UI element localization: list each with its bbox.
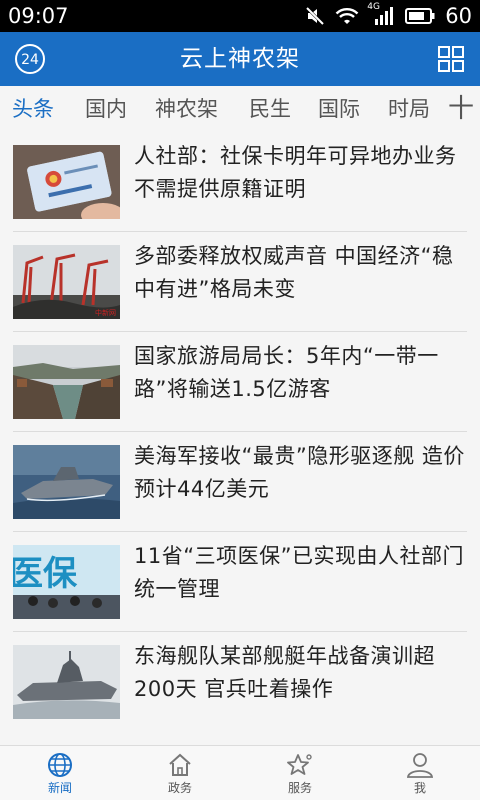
news-title: 东海舰队某部舰艇年战备演训超200天 官兵吐着操作 — [134, 644, 435, 701]
app-title: 云上神农架 — [180, 46, 300, 72]
grid-menu-icon[interactable] — [438, 46, 464, 72]
nav-label: 我 — [413, 781, 426, 795]
news-thumbnail — [13, 145, 120, 219]
news-item[interactable]: 美海军接收“最贵”隐形驱逐舰 造价预计44亿美元 — [0, 432, 480, 532]
wifi-icon — [335, 6, 359, 26]
news-title: 人社部：社保卡明年可异地办业务 不需提供原籍证明 — [134, 144, 457, 201]
government-building-icon — [165, 751, 195, 779]
news-item[interactable]: 东海舰队某部舰艇年战备演训超200天 官兵吐着操作 — [0, 632, 480, 732]
bottom-nav: 新闻 政务 服务 我 — [0, 745, 480, 800]
nav-label: 政务 — [167, 781, 192, 795]
status-bar: 09:07 4G 60 — [0, 0, 480, 32]
nav-news[interactable]: 新闻 — [0, 746, 120, 800]
tab-current-affairs[interactable]: 时局 — [388, 92, 430, 126]
news-thumbnail — [13, 645, 120, 719]
tab-shennongjia[interactable]: 神农架 — [155, 92, 218, 126]
news-item[interactable]: 国家旅游局局长：5年内“一带一路”将输送1.5亿游客 — [0, 332, 480, 432]
globe-icon — [45, 751, 75, 779]
news-item[interactable]: 医保 11省“三项医保”已实现由人社部门统一管理 — [0, 532, 480, 632]
category-tabs: 头条 国内 神农架 民生 国际 时局 十 — [0, 86, 480, 132]
news-thumbnail — [13, 445, 120, 519]
add-tab-button[interactable]: 十 — [446, 86, 480, 132]
cell-signal-icon: 4G — [367, 2, 395, 27]
news-title: 国家旅游局局长：5年内“一带一路”将输送1.5亿游客 — [134, 344, 439, 401]
svg-text:医保: 医保 — [13, 554, 78, 594]
tab-international[interactable]: 国际 — [318, 92, 360, 126]
nav-services[interactable]: 服务 — [240, 746, 360, 800]
network-type-label: 4G — [367, 2, 380, 12]
nav-me[interactable]: 我 — [360, 746, 480, 800]
news-thumbnail: 中新网 — [13, 245, 120, 319]
tab-domestic[interactable]: 国内 — [85, 92, 127, 126]
battery-percent: 60 — [445, 4, 472, 28]
mute-icon — [305, 6, 325, 26]
news-item[interactable]: 中新网 多部委释放权威声音 中国经济“稳中有进”格局未变 — [0, 232, 480, 332]
status-time: 09:07 — [8, 4, 69, 28]
nav-label: 服务 — [287, 781, 312, 795]
add-tab-icon: 十 — [447, 94, 474, 124]
user-icon — [405, 751, 435, 779]
news-title: 美海军接收“最贵”隐形驱逐舰 造价预计44亿美元 — [134, 444, 465, 501]
battery-icon — [405, 7, 435, 25]
nav-government[interactable]: 政务 — [120, 746, 240, 800]
status-icons: 4G 60 — [305, 2, 472, 29]
news-item[interactable]: 人社部：社保卡明年可异地办业务 不需提供原籍证明 — [0, 132, 480, 232]
nav-label: 新闻 — [47, 781, 72, 795]
svg-text:中新网: 中新网 — [95, 308, 116, 317]
news-title: 11省“三项医保”已实现由人社部门统一管理 — [134, 544, 464, 601]
app-bar: 24 云上神农架 — [0, 32, 480, 86]
news-thumbnail — [13, 345, 120, 419]
tab-headlines[interactable]: 头条 — [12, 92, 54, 126]
news-thumbnail: 医保 — [13, 545, 120, 619]
news-title: 多部委释放权威声音 中国经济“稳中有进”格局未变 — [134, 244, 454, 301]
tab-livelihood[interactable]: 民生 — [249, 92, 291, 126]
star-icon — [285, 751, 315, 779]
